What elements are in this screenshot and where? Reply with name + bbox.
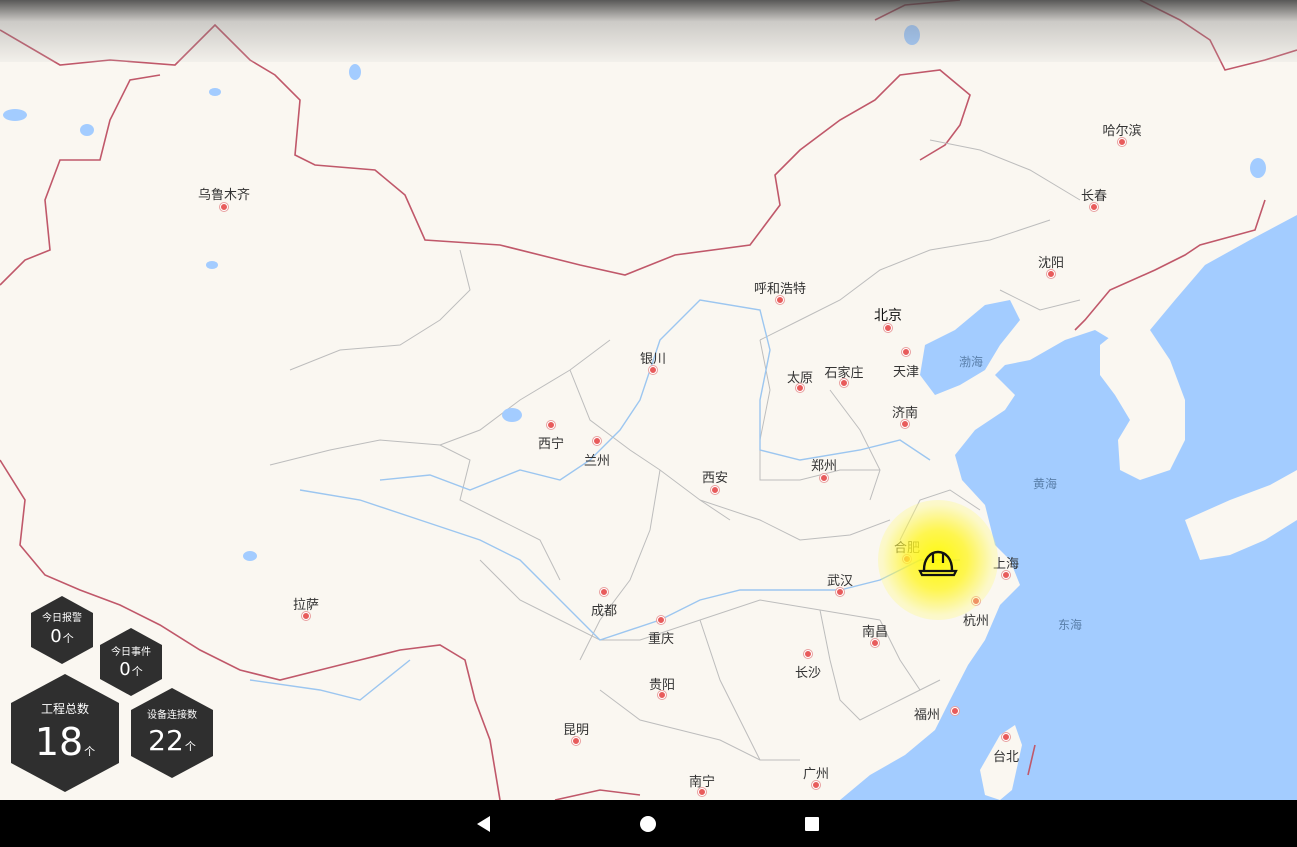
system-navbar — [0, 800, 1297, 847]
city-label: 重庆 — [647, 632, 675, 647]
city-dot — [776, 296, 784, 304]
city-label: 天津 — [892, 365, 920, 380]
city-label: 长春 — [1080, 189, 1108, 204]
city-dot — [600, 588, 608, 596]
city-dot — [1002, 733, 1010, 741]
alarms-today-value: 0个 — [50, 626, 74, 647]
city-dot — [951, 707, 959, 715]
home-icon[interactable] — [637, 813, 659, 839]
city-label: 拉萨 — [292, 598, 320, 613]
back-icon[interactable] — [474, 813, 494, 839]
events-today-label: 今日事件 — [111, 647, 151, 658]
city-label: 呼和浩特 — [753, 282, 807, 297]
city-dot — [902, 348, 910, 356]
city-label: 哈尔滨 — [1102, 124, 1142, 139]
city-dot — [711, 486, 719, 494]
city-label: 西安 — [701, 471, 729, 486]
city-label: 福州 — [913, 708, 941, 723]
city-label: 银川 — [639, 352, 667, 367]
city-dot — [572, 737, 580, 745]
city-dot — [871, 639, 879, 647]
city-label: 杭州 — [962, 614, 990, 629]
city-dot — [840, 379, 848, 387]
alarms-today-hex[interactable]: 今日报警 0个 — [31, 596, 93, 664]
city-label: 济南 — [891, 406, 919, 421]
city-label: 台北 — [992, 750, 1020, 765]
city-dot — [884, 324, 892, 332]
sea-label: 东海 — [1057, 618, 1083, 632]
map-view[interactable]: 乌鲁木齐 哈尔滨 长春 沈阳 呼和浩特 北京 天津 银川 太原 石家庄 济南 西… — [0, 0, 1297, 800]
projects-total-hex[interactable]: 工程总数 18个 — [11, 674, 119, 792]
hardhat-icon[interactable] — [918, 545, 958, 579]
city-dot — [593, 437, 601, 445]
top-shade — [0, 0, 1297, 62]
city-dot — [1118, 138, 1126, 146]
city-dot — [804, 650, 812, 658]
city-dot — [302, 612, 310, 620]
sea-label: 黄海 — [1032, 477, 1058, 491]
city-dot — [796, 384, 804, 392]
city-label: 沈阳 — [1037, 256, 1065, 271]
city-dot — [812, 781, 820, 789]
recents-icon[interactable] — [801, 813, 823, 839]
city-label: 乌鲁木齐 — [197, 188, 251, 203]
city-label: 昆明 — [562, 723, 590, 738]
city-dot — [1002, 571, 1010, 579]
city-dot — [220, 203, 228, 211]
city-dot — [901, 420, 909, 428]
city-dot — [658, 691, 666, 699]
city-label: 兰州 — [583, 454, 611, 469]
city-label: 南昌 — [861, 625, 889, 640]
city-dot — [698, 788, 706, 796]
sea-label: 渤海 — [958, 355, 984, 369]
projects-total-value: 18个 — [34, 720, 96, 764]
city-dot — [836, 588, 844, 596]
devices-connected-value: 22个 — [148, 724, 196, 757]
city-label: 广州 — [802, 767, 830, 782]
city-label: 长沙 — [794, 666, 822, 681]
devices-connected-hex[interactable]: 设备连接数 22个 — [131, 688, 213, 778]
city-label: 西宁 — [537, 437, 565, 452]
city-dot — [820, 474, 828, 482]
city-label: 北京 — [874, 308, 902, 324]
city-label: 郑州 — [810, 459, 838, 474]
city-dot — [649, 366, 657, 374]
city-dot — [1090, 203, 1098, 211]
city-dot — [547, 421, 555, 429]
city-label: 武汉 — [826, 574, 854, 589]
alarms-today-label: 今日报警 — [42, 613, 82, 624]
city-dot — [1047, 270, 1055, 278]
city-label: 成都 — [590, 604, 618, 619]
devices-connected-label: 设备连接数 — [147, 710, 197, 721]
city-dot — [657, 616, 665, 624]
projects-total-label: 工程总数 — [40, 702, 89, 716]
